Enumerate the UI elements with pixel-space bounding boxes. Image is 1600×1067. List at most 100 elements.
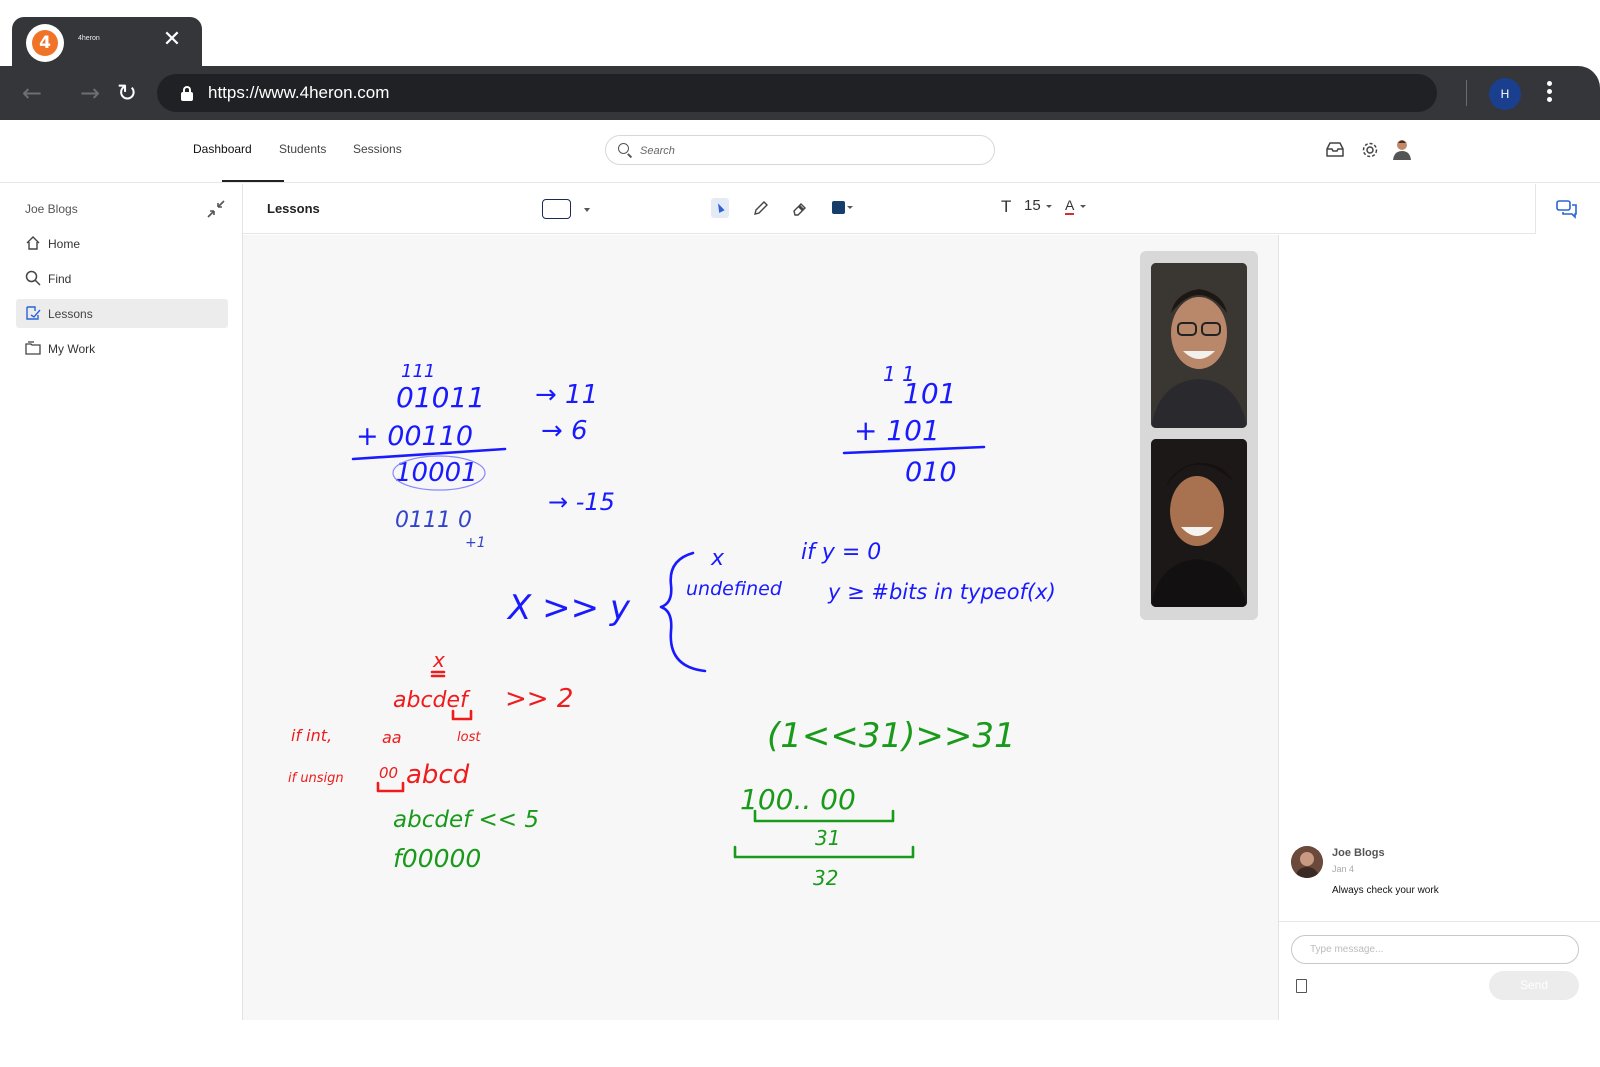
color-dropdown-icon[interactable] [847, 206, 853, 209]
sidebar-item-label: Find [48, 272, 72, 286]
participant-photo [1151, 263, 1247, 428]
participant-video-1[interactable] [1151, 263, 1247, 428]
sidebar-item-lessons[interactable]: Lessons [16, 299, 228, 328]
forward-arrow-icon[interactable]: → [75, 78, 105, 108]
app-logo: 4 [32, 30, 58, 56]
right-sum: 010 [905, 457, 957, 488]
participant-video-2[interactable] [1151, 439, 1247, 607]
left-shift-result: f00000 [393, 844, 481, 873]
message-author-avatar [1291, 846, 1323, 878]
message-author: Joe Blogs [1332, 847, 1385, 859]
canvas-toolbar: Lessons T 15 A [243, 184, 1535, 234]
shape-tool-button[interactable] [542, 199, 571, 219]
search-box[interactable] [605, 135, 995, 165]
x-mark: x [432, 648, 445, 672]
tab-title: 4heron [78, 35, 100, 42]
cases-brace [659, 551, 707, 673]
url-text[interactable]: https://www.4heron.com [208, 83, 389, 103]
back-arrow-icon[interactable]: ← [17, 78, 47, 108]
profile-avatar[interactable]: H [1489, 78, 1521, 110]
whiteboard-drawing: 111 01011 + 00110 10001 → 11 → 6 → -15 0… [288, 361, 1056, 890]
cursor-arrow-icon [715, 202, 725, 213]
chat-toggle[interactable] [1535, 184, 1600, 234]
sidebar-item-my-work[interactable]: My Work [16, 334, 228, 363]
bit-pattern: 100.. 00 [740, 783, 856, 816]
font-size-select[interactable]: 15 [1024, 197, 1041, 214]
browser-toolbar: ← → ↻ https://www.4heron.com H [0, 66, 1600, 120]
chat-divider [1279, 921, 1600, 922]
tab-sessions[interactable]: Sessions [353, 142, 402, 156]
active-tab-indicator [222, 180, 284, 182]
left-shift-expression: abcdef << 5 [393, 807, 539, 833]
sidebar-user-name: Joe Blogs [25, 202, 78, 216]
browser-tab-strip: 4 4heron ✕ [0, 0, 1600, 67]
reload-icon[interactable]: ↻ [112, 78, 142, 108]
browser-tab[interactable]: 4 4heron ✕ [12, 17, 202, 67]
if-int-label: if int, [291, 726, 332, 745]
lessons-icon [26, 306, 41, 320]
case-1-value: x [710, 546, 725, 571]
toolbar-divider [1466, 80, 1467, 106]
search-icon [618, 143, 633, 158]
sidebar-item-label: Home [48, 237, 81, 251]
count-31: 31 [815, 826, 840, 850]
gear-icon[interactable] [1359, 140, 1381, 160]
participant-photo [1151, 439, 1247, 607]
count-32: 32 [813, 866, 838, 890]
case-1-condition: if y = 0 [801, 540, 881, 565]
zero-bracket [376, 781, 405, 793]
aa-label: aa [382, 728, 402, 747]
sum-result: 10001 [395, 458, 478, 488]
text-tool-button[interactable]: T [1001, 197, 1011, 217]
arrow-six: → 6 [541, 416, 588, 446]
sidebar-item-label: Lessons [48, 307, 93, 321]
home-icon [26, 236, 40, 250]
font-size-dropdown-icon[interactable] [1046, 205, 1052, 208]
search-icon [25, 270, 41, 286]
folder-icon [25, 341, 41, 355]
sum-line-right [842, 445, 986, 455]
video-panel [1140, 251, 1258, 620]
arrow-eleven: → 11 [535, 380, 598, 410]
red-shift-op: >> 2 [505, 684, 573, 714]
tab-dashboard[interactable]: Dashboard [193, 142, 252, 156]
shape-dropdown-icon[interactable] [584, 208, 590, 212]
sidebar-item-find[interactable]: Find [16, 264, 228, 293]
addend-1: 01011 [396, 381, 485, 414]
addend-2: + 00110 [356, 421, 473, 452]
sidebar-item-home[interactable]: Home [16, 229, 228, 258]
shift-expression: X >> y [506, 588, 631, 628]
pen-icon[interactable] [751, 198, 771, 218]
tab-students[interactable]: Students [279, 142, 326, 156]
sidebar: Joe Blogs Home Find Lessons My Work [0, 184, 243, 1020]
sidebar-item-label: My Work [48, 342, 96, 356]
color-picker-button[interactable] [832, 201, 845, 214]
address-bar[interactable]: https://www.4heron.com [157, 74, 1437, 112]
font-color-button[interactable]: A [1065, 197, 1075, 215]
green-shift-expression: (1<<31)>>31 [767, 716, 1016, 756]
right-addend-2: + 101 [854, 414, 940, 447]
close-tab-icon[interactable]: ✕ [160, 28, 184, 52]
search-input[interactable] [640, 141, 980, 161]
carry-digits: 111 [401, 361, 435, 382]
if-unsigned-label: if unsign [288, 771, 344, 786]
favicon-icon: 4 [26, 24, 64, 62]
font-color-dropdown-icon[interactable] [1080, 205, 1086, 208]
message-input[interactable] [1291, 935, 1579, 964]
attach-file-icon[interactable] [1296, 979, 1307, 993]
case-2-condition: y ≥ #bits in typeof(x) [827, 580, 1056, 604]
inverted-bits: 0111 0 [395, 508, 472, 533]
app-header: Dashboard Students Sessions [0, 120, 1600, 183]
user-avatar-icon[interactable] [1392, 138, 1412, 160]
chat-bubbles-icon[interactable] [1555, 198, 1579, 220]
whiteboard-canvas[interactable]: 111 01011 + 00110 10001 → 11 → 6 → -15 0… [243, 235, 1278, 1020]
collapse-icon[interactable] [205, 198, 227, 220]
x-underline [430, 670, 446, 678]
message-date: Jan 4 [1332, 864, 1355, 874]
select-tool-button[interactable] [711, 198, 729, 218]
inbox-icon[interactable] [1324, 140, 1346, 160]
unsigned-result: abcd [406, 760, 470, 790]
send-button[interactable]: Send [1489, 971, 1579, 1000]
more-menu-icon[interactable] [1542, 78, 1556, 108]
eraser-icon[interactable] [790, 198, 810, 218]
